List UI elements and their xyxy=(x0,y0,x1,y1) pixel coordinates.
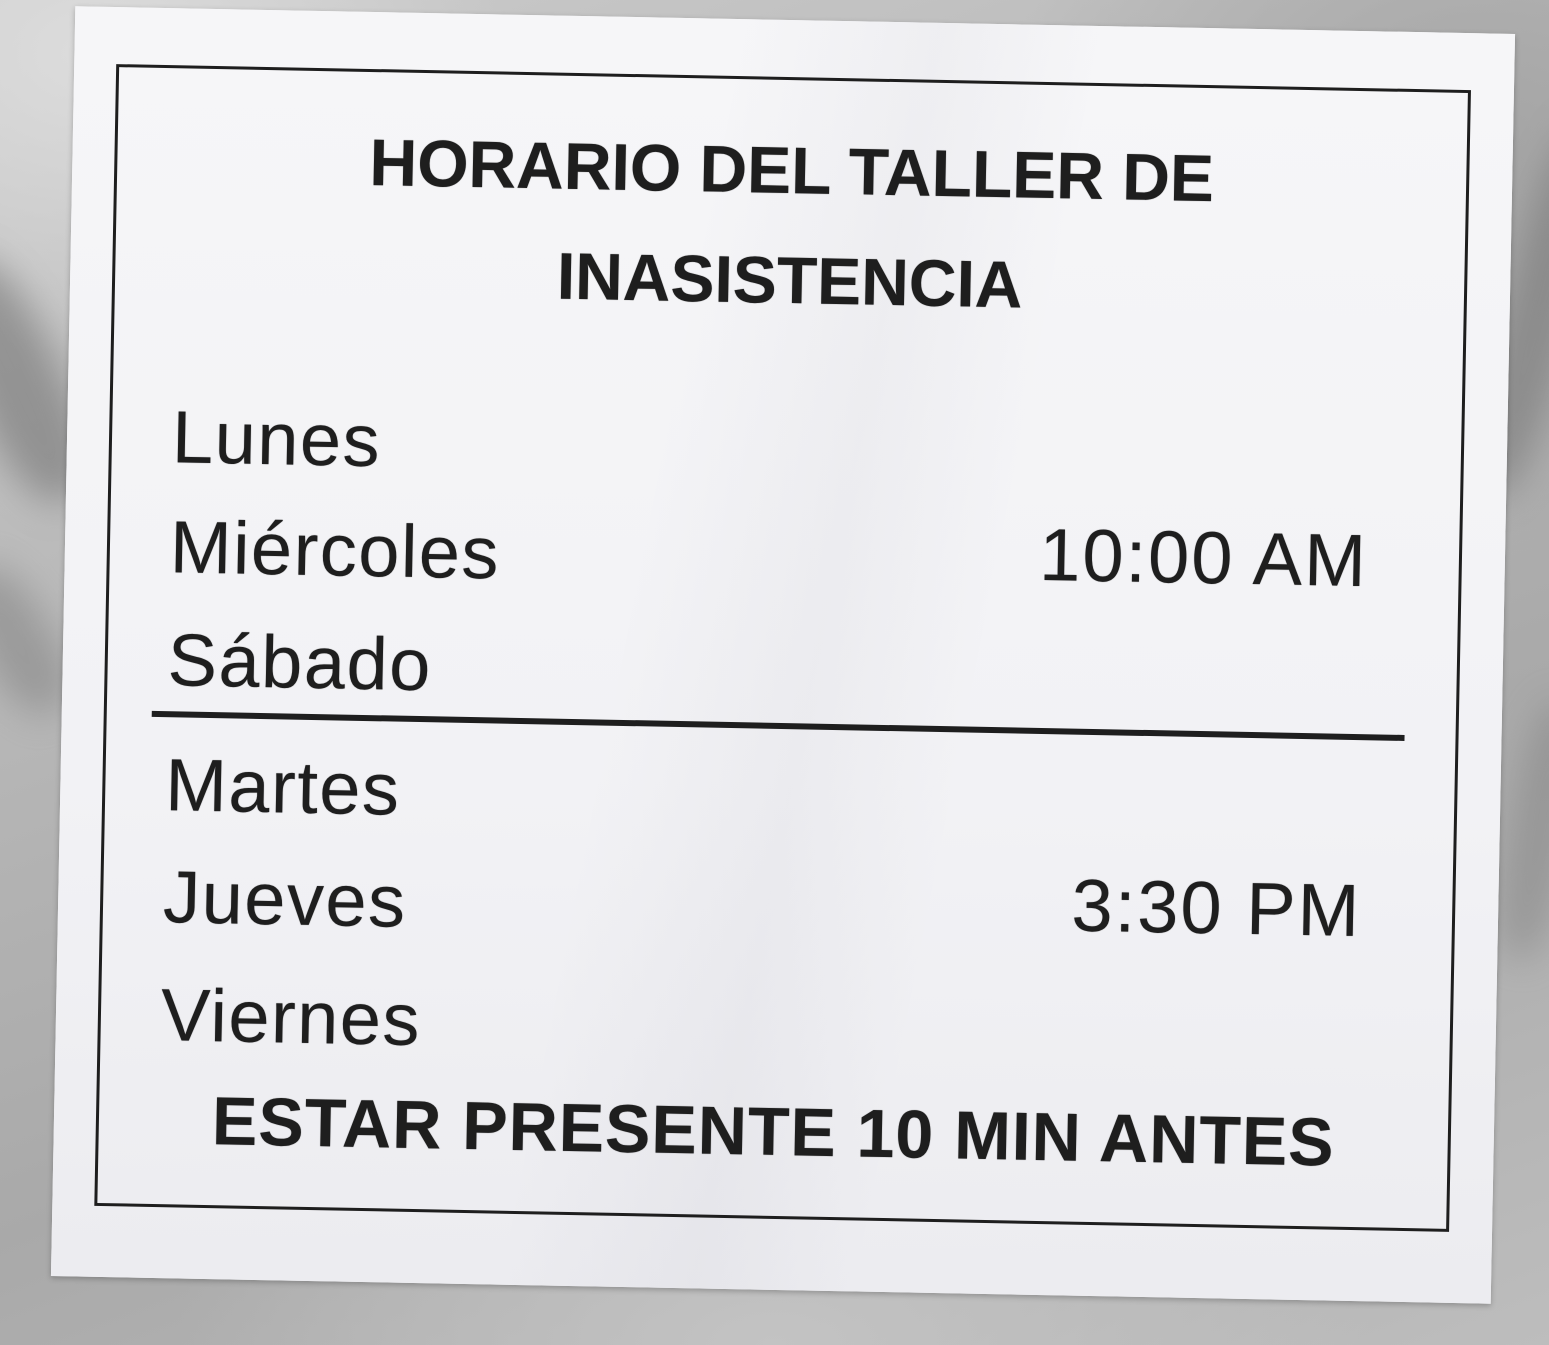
day-label: Martes xyxy=(164,743,402,831)
day-label: Lunes xyxy=(171,395,382,483)
table-surface: HORARIO DEL TALLER DE INASISTENCIA Lunes… xyxy=(0,0,1549,1345)
paper-slip: HORARIO DEL TALLER DE INASISTENCIA Lunes… xyxy=(50,6,1516,1304)
time-label: 3:30 PM xyxy=(1070,863,1362,953)
day-label: Jueves xyxy=(162,855,408,943)
day-label: Sábado xyxy=(166,618,433,707)
day-label: Miércoles xyxy=(169,505,501,595)
day-label: Viernes xyxy=(160,973,422,1062)
time-label: 10:00 AM xyxy=(1038,512,1369,603)
